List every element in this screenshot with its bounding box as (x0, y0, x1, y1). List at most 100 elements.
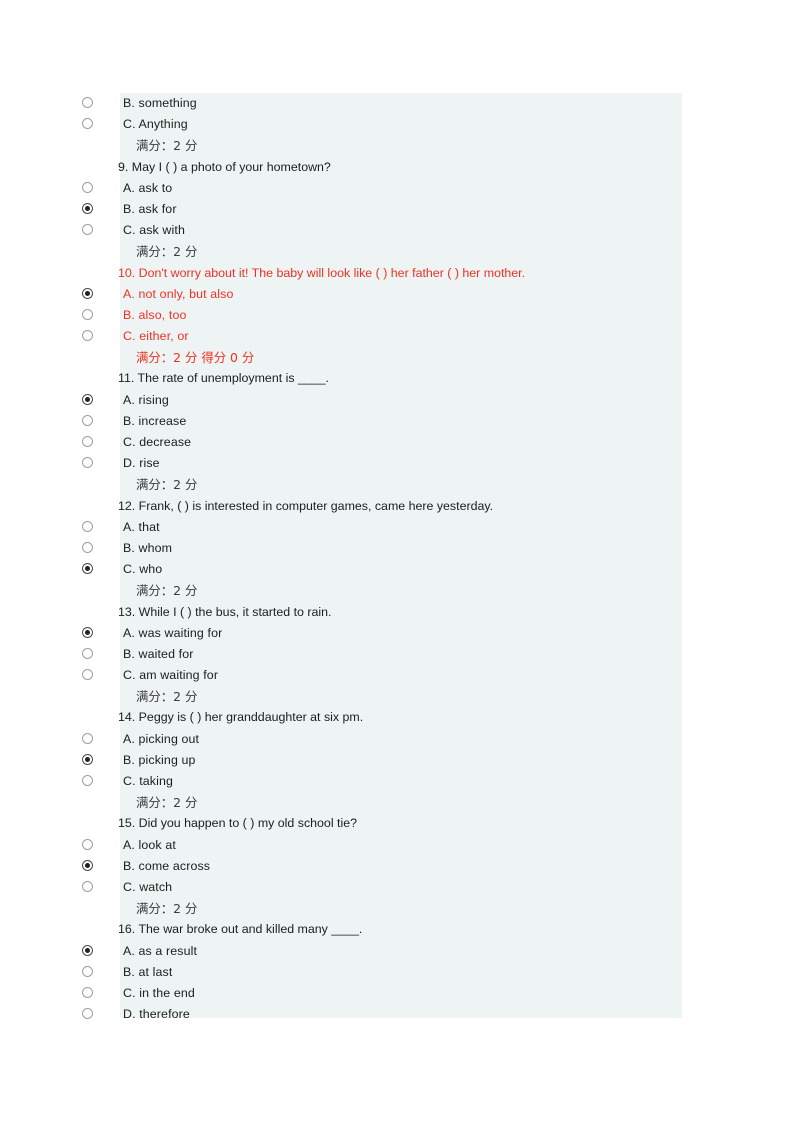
option-label: A. ask to (123, 180, 173, 195)
question-stem-row: 11. The rate of unemployment is ____. (78, 368, 682, 389)
radio-button[interactable] (82, 224, 93, 236)
radio-button[interactable] (82, 308, 93, 320)
option-row[interactable]: B. also, too (78, 305, 682, 326)
radio-button[interactable] (82, 414, 93, 426)
option-row[interactable]: A. look at (78, 835, 682, 856)
option-row[interactable]: B. ask for (78, 199, 682, 220)
question-stem-row: 10. Don't worry about it! The baby will … (78, 263, 682, 284)
question-stem-row: 14. Peggy is ( ) her granddaughter at si… (78, 707, 682, 728)
option-label: B. also, too (123, 307, 187, 322)
radio-button[interactable] (82, 436, 93, 447)
radio-button[interactable] (82, 1008, 93, 1020)
option-row[interactable]: C. either, or (78, 326, 682, 347)
radio-button[interactable] (82, 965, 93, 977)
exam-review-page: B. something C. Anything 满分：2 分 9. May I ( … (0, 0, 800, 1132)
option-row[interactable]: D. therefore (78, 1004, 682, 1025)
score-text: 满分：2 分 (136, 138, 198, 154)
question-stem-row: 15. Did you happen to ( ) my old school … (78, 813, 682, 834)
question-text: 12. Frank, ( ) is interested in computer… (118, 498, 494, 513)
option-row[interactable]: C. who (78, 559, 682, 580)
radio-button[interactable] (82, 541, 93, 553)
option-label: C. in the end (123, 985, 195, 1000)
score-row: 满分：2 分 (78, 898, 682, 919)
radio-button-selected[interactable] (82, 202, 93, 214)
score-text: 满分：2 分 (136, 477, 198, 493)
option-row[interactable]: C. watch (78, 877, 682, 898)
option-row[interactable]: C. am waiting for (78, 665, 682, 686)
radio-button[interactable] (82, 647, 93, 659)
radio-button[interactable] (82, 880, 93, 892)
question-text: 14. Peggy is ( ) her granddaughter at si… (118, 710, 364, 725)
question-stem-row: 9. May I ( ) a photo of your hometown? (78, 157, 682, 178)
option-label: B. ask for (123, 201, 177, 216)
radio-button-selected[interactable] (82, 393, 93, 405)
radio-button[interactable] (82, 732, 93, 744)
score-text: 满分：2 分 (136, 901, 198, 917)
score-text: 满分：2 分 得分 0 分 (136, 350, 255, 366)
score-row: 满分：2 分 得分 0 分 (78, 347, 682, 368)
question-stem-row: 13. While I ( ) the bus, it started to r… (78, 602, 682, 623)
radio-button-selected[interactable] (82, 626, 93, 638)
option-row[interactable]: A. rising (78, 390, 682, 411)
score-row: 满分：2 分 (78, 135, 682, 156)
radio-button-selected[interactable] (82, 753, 93, 765)
score-text: 满分：2 分 (136, 583, 198, 599)
option-row[interactable]: A. picking out (78, 729, 682, 750)
option-label: A. as a result (123, 943, 198, 958)
question-stem-row: 12. Frank, ( ) is interested in computer… (78, 496, 682, 517)
option-label: B. whom (123, 540, 173, 555)
option-row[interactable]: A. that (78, 517, 682, 538)
option-row[interactable]: C. taking (78, 771, 682, 792)
radio-button[interactable] (82, 330, 93, 342)
quiz-panel: B. something C. Anything 满分：2 分 9. May I ( … (78, 93, 682, 1021)
option-row[interactable]: C. in the end (78, 983, 682, 1004)
option-label: A. not only, but also (123, 286, 234, 301)
radio-button[interactable] (82, 520, 93, 532)
radio-button-selected[interactable] (82, 944, 93, 956)
question-text: 11. The rate of unemployment is ____. (118, 371, 329, 386)
radio-button[interactable] (82, 97, 93, 108)
option-label: D. rise (123, 456, 160, 471)
option-label: C. watch (123, 879, 173, 894)
score-row: 满分：2 分 (78, 474, 682, 495)
score-row: 满分：2 分 (78, 241, 682, 262)
option-label: C. decrease (123, 435, 192, 449)
option-row[interactable]: B. come across (78, 856, 682, 877)
score-text: 满分：2 分 (136, 689, 198, 705)
radio-button-selected[interactable] (82, 563, 93, 575)
option-label: B. picking up (123, 752, 196, 767)
radio-button[interactable] (82, 669, 93, 681)
option-row[interactable]: C. Anything (78, 114, 682, 135)
option-row[interactable]: B. increase (78, 411, 682, 432)
option-label: D. therefore (123, 1007, 190, 1022)
option-row[interactable]: B. something (78, 93, 682, 114)
radio-button[interactable] (82, 457, 93, 469)
option-row[interactable]: D. rise (78, 453, 682, 474)
radio-button[interactable] (82, 838, 93, 850)
question-text: 10. Don't worry about it! The baby will … (118, 265, 526, 280)
question-text: 9. May I ( ) a photo of your hometown? (118, 159, 331, 174)
radio-button-selected[interactable] (82, 859, 93, 871)
option-row[interactable]: B. whom (78, 538, 682, 559)
option-row[interactable]: A. was waiting for (78, 623, 682, 644)
radio-button[interactable] (82, 986, 93, 998)
option-label: B. come across (123, 858, 211, 873)
option-row[interactable]: A. not only, but also (78, 284, 682, 305)
radio-button-selected[interactable] (82, 287, 93, 299)
option-label: C. either, or (123, 329, 189, 344)
score-row: 满分：2 分 (78, 686, 682, 707)
radio-button[interactable] (82, 181, 93, 193)
option-row[interactable]: A. ask to (78, 178, 682, 199)
option-row[interactable]: A. as a result (78, 941, 682, 962)
option-row[interactable]: B. at last (78, 962, 682, 983)
radio-button[interactable] (82, 118, 93, 130)
score-text: 满分：2 分 (136, 244, 198, 260)
option-label: C. who (123, 562, 163, 577)
option-row[interactable]: C. ask with (78, 220, 682, 241)
option-row[interactable]: B. waited for (78, 644, 682, 665)
option-row[interactable]: C. decrease (78, 432, 682, 453)
radio-button[interactable] (82, 775, 93, 786)
option-row[interactable]: B. picking up (78, 750, 682, 771)
question-stem-row: 16. The war broke out and killed many __… (78, 919, 682, 940)
option-label: C. Anything (123, 117, 188, 132)
